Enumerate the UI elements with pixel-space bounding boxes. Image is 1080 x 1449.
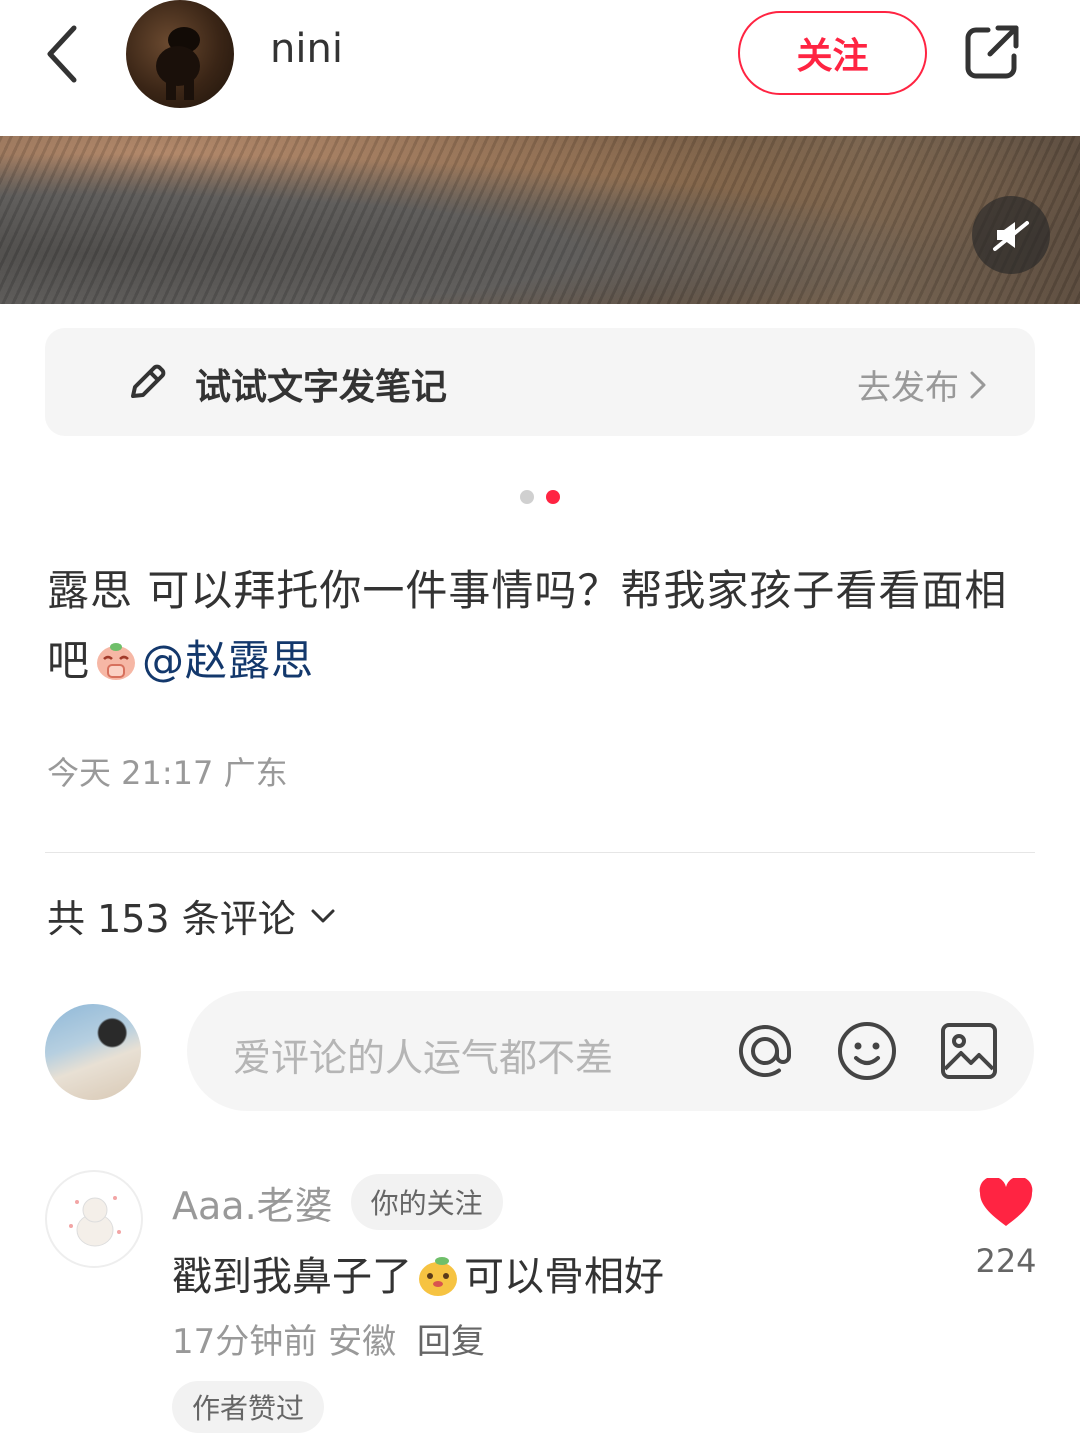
comment-input[interactable]: 爱评论的人运气都不差: [187, 991, 1034, 1111]
post-time: 今天 21:17: [47, 754, 214, 792]
share-icon: [965, 25, 1019, 79]
author-liked-badge: 作者赞过: [172, 1381, 325, 1433]
publish-link[interactable]: 去发布: [857, 360, 987, 409]
back-icon: [47, 25, 77, 83]
dog-photo: [156, 27, 200, 100]
comment-text: 戳到我鼻子了 可以骨相好: [172, 1244, 664, 1302]
video-preview[interactable]: [0, 136, 1080, 304]
comments-count-label: 共 153 条评论: [47, 897, 296, 941]
my-avatar: [45, 1004, 141, 1100]
back-button[interactable]: [38, 24, 86, 84]
post-location: 广东: [223, 754, 288, 792]
comment-header: Aaa.老婆 你的关注: [172, 1174, 503, 1230]
emoji-icon[interactable]: [835, 1019, 899, 1083]
comment-text-part2: 可以骨相好: [464, 1254, 664, 1300]
author-avatar[interactable]: [126, 0, 234, 108]
text-note-prompt[interactable]: 试试文字发笔记 去发布: [45, 328, 1035, 436]
image-icon[interactable]: [937, 1019, 1001, 1083]
following-badge: 你的关注: [350, 1174, 503, 1230]
pencil-icon: [131, 364, 166, 398]
chevron-down-icon: [311, 909, 335, 922]
comment-text-part1: 戳到我鼻子了: [172, 1254, 412, 1300]
commenter-name[interactable]: Aaa.老婆: [172, 1175, 333, 1230]
comments-sort-toggle[interactable]: 共 153 条评论: [47, 888, 336, 943]
commenter-avatar[interactable]: [45, 1170, 143, 1268]
author-name[interactable]: nini: [270, 26, 343, 72]
publish-label: 去发布: [857, 368, 959, 408]
like-count: 224: [975, 1242, 1037, 1280]
face-emoji-icon: [419, 1257, 457, 1296]
comment-placeholder: 爱评论的人运气都不差: [233, 1036, 614, 1080]
image-pager: [520, 490, 560, 504]
comment-meta: 17分钟前 安徽 回复: [172, 1314, 485, 1363]
comment-location: 安徽: [328, 1322, 397, 1362]
follow-button[interactable]: 关注: [738, 11, 927, 95]
post-meta: 今天 21:17 广东: [47, 748, 288, 794]
top-bar: nini 关注: [0, 0, 1080, 136]
heart-icon: [979, 1178, 1033, 1226]
pray-emoji-icon: [97, 643, 136, 680]
comment-time: 17分钟前: [172, 1322, 318, 1362]
prompt-text: 试试文字发笔记: [195, 367, 448, 408]
mute-button[interactable]: [972, 196, 1050, 274]
video-texture: [0, 136, 1080, 304]
chevron-right-icon: [970, 371, 986, 398]
pager-dot: [520, 490, 534, 504]
share-button[interactable]: [962, 22, 1022, 82]
at-icon[interactable]: [733, 1019, 797, 1083]
like-button[interactable]: 224: [970, 1178, 1042, 1280]
reply-button[interactable]: 回复: [417, 1322, 485, 1362]
divider: [45, 852, 1035, 853]
note-caption: 露思 可以拜托你一件事情吗？帮我家孩子看看面相吧 @赵露思: [47, 556, 1037, 696]
mention-link[interactable]: @赵露思: [142, 636, 314, 685]
mute-icon: [993, 221, 1029, 251]
pager-dot-active: [546, 490, 560, 504]
bunny-illustration: [69, 1196, 121, 1247]
